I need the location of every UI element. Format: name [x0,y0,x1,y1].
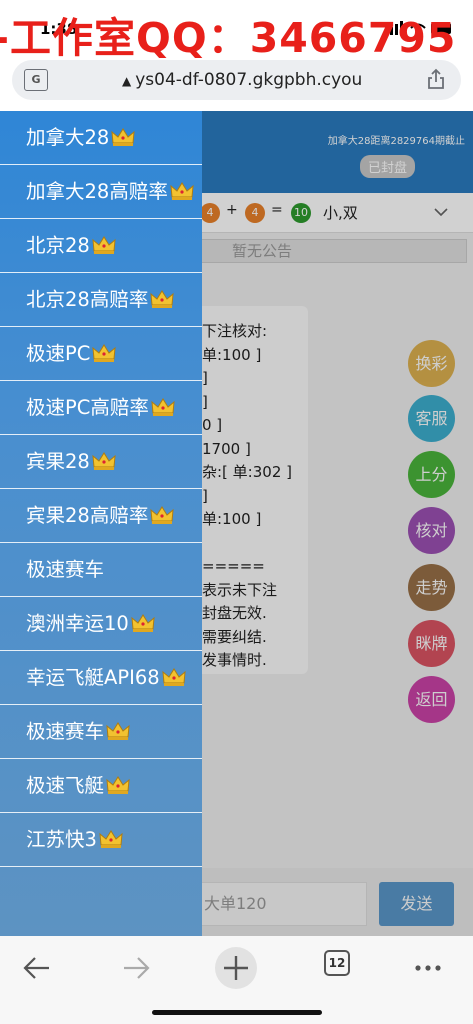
drawer-item-label: 极速赛车 [26,558,105,581]
crown-icon [131,614,155,632]
more-dots-icon[interactable] [404,944,452,992]
drawer-item-label: 北京28高赔率 [26,288,149,311]
drawer-item-lottery[interactable]: 极速赛车 [0,705,202,759]
crown-icon [99,830,123,848]
tabs-count-button[interactable]: 12 [324,950,350,976]
crown-icon [92,344,116,362]
crown-icon [170,182,194,200]
drawer-item-label: 极速赛车 [26,720,105,743]
crown-icon [150,506,174,524]
crown-icon [106,722,130,740]
drawer-item-lottery[interactable]: 加拿大28高赔率 [0,165,202,219]
drawer-item-lottery[interactable]: 宾果28高赔率 [0,489,202,543]
drawer-item-label: 幸运飞艇API68 [26,666,160,689]
drawer-item-label: 极速飞艇 [26,774,105,797]
drawer-item-lottery[interactable]: 极速飞艇 [0,759,202,813]
crown-icon [150,290,174,308]
crown-icon [92,452,116,470]
crown-icon [151,398,175,416]
crown-icon [92,236,116,254]
url-label: ys04-df-0807.gkgpbh.cyou [135,70,363,90]
drawer-item-label: 北京28 [26,234,90,257]
drawer-item-lottery[interactable]: 加拿大28 [0,111,202,165]
drawer-item-lottery[interactable]: 宾果28 [0,435,202,489]
share-icon[interactable] [427,68,445,90]
crown-icon [111,128,135,146]
drawer-item-label: 宾果28 [26,450,90,473]
drawer-item-label: 极速PC高赔率 [26,396,149,419]
drawer-item-label: 极速PC [26,342,91,365]
forward-arrow-icon[interactable] [112,944,160,992]
drawer-item-label: 加拿大28高赔率 [26,180,168,203]
drawer-item-label: 澳洲幸运10 [26,612,129,635]
new-tab-plus-icon[interactable] [212,944,260,992]
drawer-item-lottery[interactable]: 北京28 [0,219,202,273]
url-text[interactable]: ▲ ys04-df-0807.gkgpbh.cyou [122,70,362,90]
warning-icon: ▲ [122,74,132,88]
drawer-item-lottery[interactable]: 极速赛车 [0,543,202,597]
crown-icon [106,776,130,794]
address-bar[interactable]: G ▲ ys04-df-0807.gkgpbh.cyou [12,60,461,100]
lottery-drawer: 加拿大28 加拿大28高赔率 北京28 北京28高赔率 极速PC 极速PC高赔率 宾果28 宾… [0,111,202,936]
drawer-item-lottery[interactable]: 极速PC高赔率 [0,381,202,435]
drawer-item-label: 江苏快3 [26,828,97,851]
drawer-item-label: 加拿大28 [26,126,110,149]
translate-icon[interactable]: G [24,69,48,91]
crown-icon [162,668,186,686]
status-bar: 1:38 -工作室QQ：3466795 [0,0,473,58]
drawer-item-lottery[interactable]: 江苏快3 [0,813,202,867]
home-indicator[interactable] [152,1010,322,1015]
watermark-text: -工作室QQ：3466795 [0,14,457,58]
drawer-item-label: 宾果28高赔率 [26,504,149,527]
back-arrow-icon[interactable] [13,944,61,992]
drawer-item-lottery[interactable]: 澳洲幸运10 [0,597,202,651]
drawer-item-lottery[interactable]: 北京28高赔率 [0,273,202,327]
drawer-item-lottery[interactable]: 幸运飞艇API68 [0,651,202,705]
drawer-item-lottery[interactable]: 极速PC [0,327,202,381]
